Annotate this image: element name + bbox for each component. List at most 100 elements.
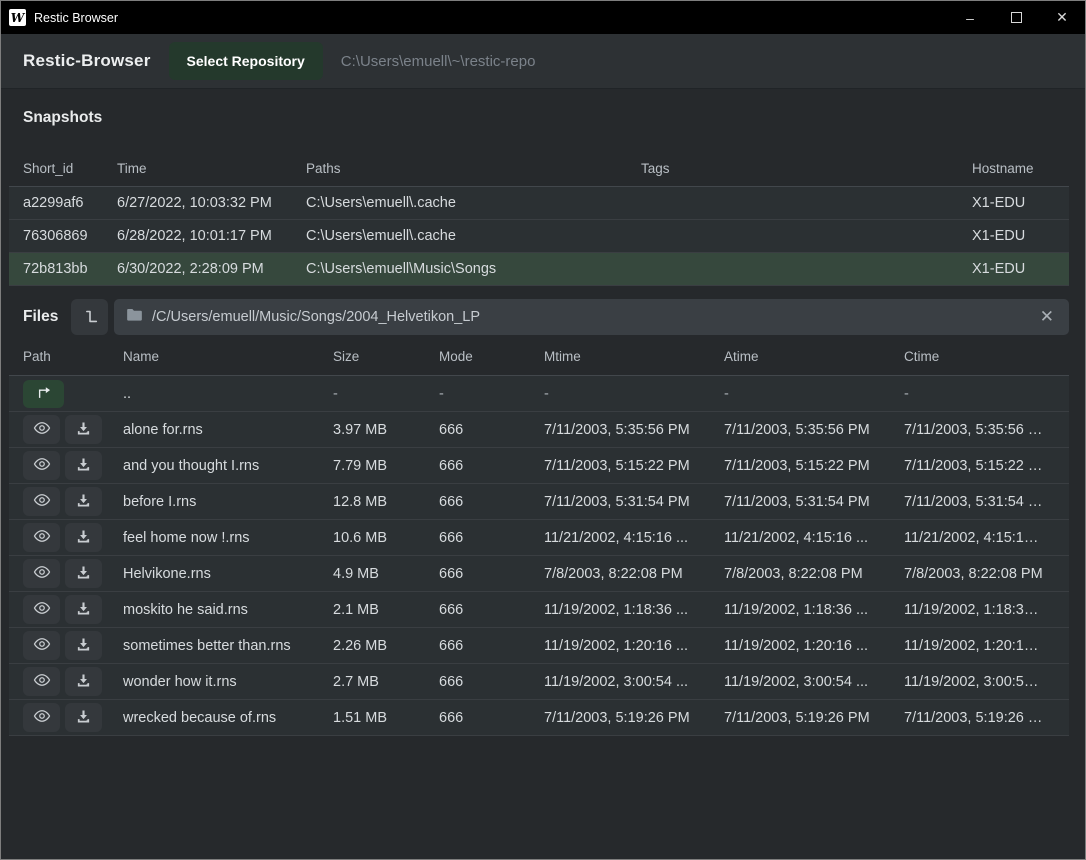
file-ctime: 11/19/2002, 1:18:36 ... (904, 602, 1055, 618)
window-title: Restic Browser (34, 11, 118, 25)
snapshot-row[interactable]: 72b813bb 6/30/2022, 2:28:09 PM C:\Users\… (9, 253, 1069, 286)
snapshots-heading: Snapshots (1, 89, 1085, 141)
eye-icon (33, 565, 51, 582)
column-paths: Paths (306, 161, 641, 176)
file-row[interactable]: feel home now !.rns 10.6 MB 666 11/21/20… (9, 520, 1069, 556)
file-name: wrecked because of.rns (123, 710, 333, 726)
file-ctime: 11/19/2002, 1:20:16 ... (904, 638, 1055, 654)
file-size: 1.51 MB (333, 710, 439, 726)
column-ctime: Ctime (904, 349, 1055, 364)
snapshots-table: Short_id Time Paths Tags Hostname a2299a… (9, 151, 1069, 286)
file-mtime: 11/21/2002, 4:15:16 ... (544, 530, 724, 546)
preview-file-button[interactable] (23, 631, 60, 660)
preview-file-button[interactable] (23, 415, 60, 444)
file-name: Helvikone.rns (123, 566, 333, 582)
files-rows: .. - - - - - alone for.rns 3.97 MB (9, 376, 1069, 736)
download-file-button[interactable] (65, 415, 102, 444)
app-header: Restic-Browser Select Repository C:\User… (1, 34, 1085, 89)
maximize-button[interactable] (993, 1, 1039, 34)
eye-icon (33, 421, 51, 438)
file-ctime: 11/19/2002, 3:00:54 ... (904, 674, 1055, 690)
file-ctime: 7/11/2003, 5:15:22 PM (904, 458, 1055, 474)
file-name: moskito he said.rns (123, 602, 333, 618)
download-icon (76, 709, 91, 727)
file-atime: 11/21/2002, 4:15:16 ... (724, 530, 904, 546)
file-size: 12.8 MB (333, 494, 439, 510)
column-tags: Tags (641, 161, 972, 176)
files-table-header: Path Name Size Mode Mtime Atime Ctime (9, 338, 1069, 376)
file-row[interactable]: moskito he said.rns 2.1 MB 666 11/19/200… (9, 592, 1069, 628)
preview-file-button[interactable] (23, 703, 60, 732)
file-mode: 666 (439, 638, 544, 654)
file-row[interactable]: wonder how it.rns 2.7 MB 666 11/19/2002,… (9, 664, 1069, 700)
download-icon (76, 601, 91, 619)
snapshot-hostname: X1-EDU (972, 195, 1055, 211)
files-path-input[interactable]: /C/Users/emuell/Music/Songs/2004_Helveti… (114, 299, 1069, 335)
file-row[interactable]: before I.rns 12.8 MB 666 7/11/2003, 5:31… (9, 484, 1069, 520)
download-file-button[interactable] (65, 523, 102, 552)
file-mtime: 7/11/2003, 5:15:22 PM (544, 458, 724, 474)
preview-file-button[interactable] (23, 667, 60, 696)
preview-file-button[interactable] (23, 451, 60, 480)
file-size: 2.7 MB (333, 674, 439, 690)
download-file-button[interactable] (65, 487, 102, 516)
select-repository-button[interactable]: Select Repository (169, 42, 323, 80)
up-right-arrow-icon (35, 385, 52, 403)
snapshot-hostname: X1-EDU (972, 261, 1055, 277)
download-file-button[interactable] (65, 703, 102, 732)
file-name: and you thought I.rns (123, 458, 333, 474)
preview-file-button[interactable] (23, 523, 60, 552)
file-mode: 666 (439, 674, 544, 690)
file-mtime: 7/11/2003, 5:19:26 PM (544, 710, 724, 726)
repository-path[interactable]: C:\Users\emuell\~\restic-repo (341, 53, 536, 70)
file-name: before I.rns (123, 494, 333, 510)
preview-file-button[interactable] (23, 487, 60, 516)
download-file-button[interactable] (65, 559, 102, 588)
preview-file-button[interactable] (23, 595, 60, 624)
eye-icon (33, 529, 51, 546)
snapshot-paths: C:\Users\emuell\.cache (306, 228, 641, 244)
file-row[interactable]: sometimes better than.rns 2.26 MB 666 11… (9, 628, 1069, 664)
file-atime: 7/8/2003, 8:22:08 PM (724, 566, 904, 582)
preview-file-button[interactable] (23, 559, 60, 588)
file-mtime: 7/11/2003, 5:31:54 PM (544, 494, 724, 510)
go-up-button[interactable] (23, 380, 64, 408)
file-row[interactable]: alone for.rns 3.97 MB 666 7/11/2003, 5:3… (9, 412, 1069, 448)
snapshot-row[interactable]: a2299af6 6/27/2022, 10:03:32 PM C:\Users… (9, 187, 1069, 220)
column-mtime: Mtime (544, 349, 724, 364)
clear-path-button[interactable]: ✕ (1037, 307, 1057, 327)
parent-directory-row[interactable]: .. - - - - - (9, 376, 1069, 412)
download-icon (76, 493, 91, 511)
download-file-button[interactable] (65, 631, 102, 660)
file-row[interactable]: and you thought I.rns 7.79 MB 666 7/11/2… (9, 448, 1069, 484)
snapshot-short-id: a2299af6 (23, 195, 117, 211)
download-file-button[interactable] (65, 595, 102, 624)
eye-icon (33, 709, 51, 726)
eye-icon (33, 493, 51, 510)
snapshot-row[interactable]: 76306869 6/28/2022, 10:01:17 PM C:\Users… (9, 220, 1069, 253)
file-mtime: 11/19/2002, 3:00:54 ... (544, 674, 724, 690)
snapshot-hostname: X1-EDU (972, 228, 1055, 244)
files-root-button[interactable] (71, 299, 108, 335)
file-mode: 666 (439, 458, 544, 474)
root-level-icon (81, 307, 99, 328)
snapshot-time: 6/28/2022, 10:01:17 PM (117, 228, 306, 244)
file-row[interactable]: Helvikone.rns 4.9 MB 666 7/8/2003, 8:22:… (9, 556, 1069, 592)
titlebar[interactable]: W Restic Browser – ✕ (1, 1, 1085, 34)
file-name: alone for.rns (123, 422, 333, 438)
file-size: - (333, 386, 439, 402)
files-bar: Files /C/Users/emuell/Music/Songs/2004_H… (9, 298, 1069, 336)
minimize-button[interactable]: – (947, 1, 993, 34)
download-icon (76, 673, 91, 691)
snapshot-time: 6/27/2022, 10:03:32 PM (117, 195, 306, 211)
file-row[interactable]: wrecked because of.rns 1.51 MB 666 7/11/… (9, 700, 1069, 736)
download-file-button[interactable] (65, 667, 102, 696)
column-mode: Mode (439, 349, 544, 364)
eye-icon (33, 673, 51, 690)
file-size: 3.97 MB (333, 422, 439, 438)
column-atime: Atime (724, 349, 904, 364)
download-file-button[interactable] (65, 451, 102, 480)
close-button[interactable]: ✕ (1039, 1, 1085, 34)
column-hostname: Hostname (972, 161, 1055, 176)
file-size: 7.79 MB (333, 458, 439, 474)
